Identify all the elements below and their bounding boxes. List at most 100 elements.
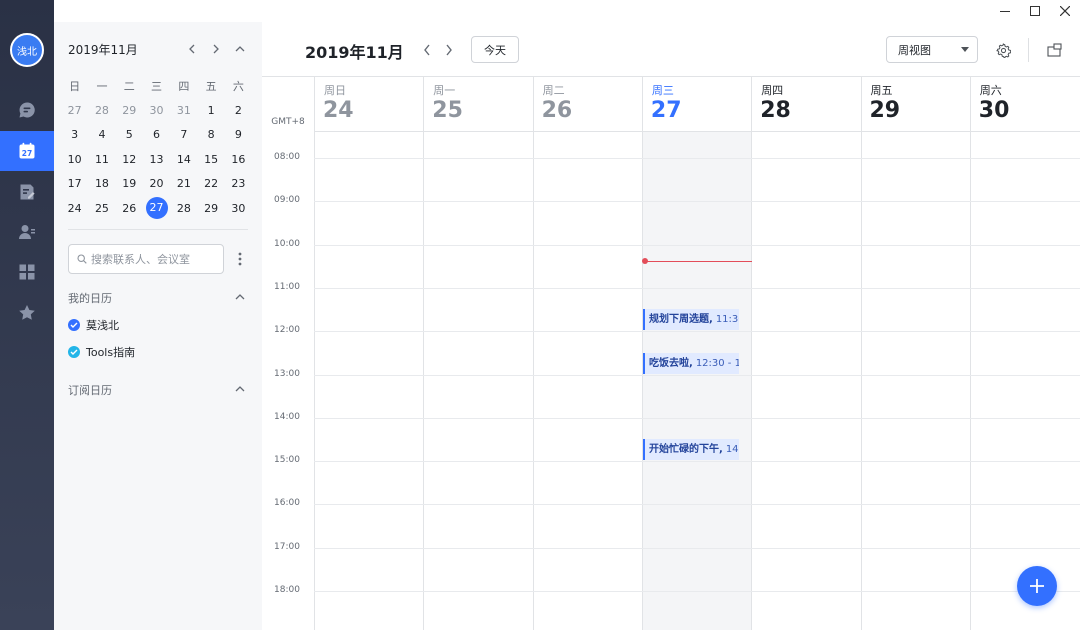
mini-calendar-week: 3456789 bbox=[61, 123, 257, 147]
search-box[interactable] bbox=[68, 244, 224, 274]
mini-day[interactable]: 29 bbox=[197, 202, 224, 215]
mini-day[interactable]: 22 bbox=[197, 177, 224, 190]
rail-chat[interactable] bbox=[0, 90, 54, 130]
mini-day[interactable]: 21 bbox=[170, 177, 197, 190]
subscribed-collapse-button[interactable] bbox=[232, 382, 248, 396]
my-calendars-title: 我的日历 bbox=[68, 292, 112, 305]
mini-day[interactable]: 7 bbox=[170, 128, 197, 141]
day-column-29[interactable] bbox=[860, 132, 970, 630]
mini-day-today[interactable]: 27 bbox=[143, 197, 170, 220]
mini-day[interactable]: 2 bbox=[225, 104, 252, 117]
mini-day[interactable]: 5 bbox=[116, 128, 143, 141]
event-title: 吃饭去啦, bbox=[649, 358, 693, 369]
rail-docs[interactable] bbox=[0, 172, 54, 212]
mini-day[interactable]: 28 bbox=[88, 104, 115, 117]
mini-day[interactable]: 15 bbox=[197, 153, 224, 166]
mini-day[interactable]: 25 bbox=[88, 202, 115, 215]
chevron-right-icon bbox=[446, 44, 452, 56]
mini-day[interactable]: 6 bbox=[143, 128, 170, 141]
mini-day[interactable]: 27 bbox=[61, 104, 88, 117]
day-header-28[interactable]: 周四 28 bbox=[751, 76, 860, 131]
mini-day[interactable]: 24 bbox=[61, 202, 88, 215]
prev-week-button[interactable] bbox=[418, 40, 436, 60]
mini-day[interactable]: 14 bbox=[170, 153, 197, 166]
day-column-28[interactable] bbox=[751, 132, 860, 630]
mini-day[interactable]: 8 bbox=[197, 128, 224, 141]
checkbox-checked-icon[interactable] bbox=[68, 346, 80, 358]
mini-day[interactable]: 30 bbox=[225, 202, 252, 215]
day-header-27[interactable]: 周三 27 bbox=[641, 76, 751, 131]
settings-button[interactable] bbox=[991, 38, 1015, 62]
day-column-24[interactable] bbox=[314, 132, 423, 630]
mini-prev-month-button[interactable] bbox=[184, 40, 200, 58]
more-options-button[interactable] bbox=[232, 249, 248, 269]
event-time: 12:30 - 13 bbox=[695, 358, 739, 369]
day-header-24[interactable]: 周日 24 bbox=[314, 76, 423, 131]
hour-gridline bbox=[314, 201, 1080, 203]
current-time-line bbox=[643, 261, 752, 262]
mini-day[interactable]: 11 bbox=[88, 153, 115, 166]
mini-day[interactable]: 30 bbox=[143, 104, 170, 117]
mini-day[interactable]: 28 bbox=[170, 202, 197, 215]
my-calendars-collapse-button[interactable] bbox=[232, 290, 248, 304]
calendar-item-tools-guide[interactable]: Tools指南 bbox=[68, 344, 135, 360]
day-header-weekday: 周二 bbox=[542, 84, 565, 97]
mini-next-month-button[interactable] bbox=[208, 40, 224, 58]
mini-day[interactable]: 20 bbox=[143, 177, 170, 190]
day-header-29[interactable]: 周五 29 bbox=[860, 76, 970, 131]
maximize-button[interactable] bbox=[1020, 0, 1050, 22]
mini-collapse-button[interactable] bbox=[232, 40, 248, 58]
hour-label: 18:00 bbox=[274, 585, 300, 595]
mini-day[interactable]: 17 bbox=[61, 177, 88, 190]
rail-calendar[interactable]: 27 bbox=[0, 131, 54, 171]
event-block[interactable]: 吃饭去啦,12:30 - 13 bbox=[643, 353, 739, 374]
minimize-button[interactable] bbox=[990, 0, 1020, 22]
mini-day[interactable]: 1 bbox=[197, 104, 224, 117]
divider bbox=[68, 229, 248, 230]
day-header-weekday: 周一 bbox=[433, 84, 456, 97]
day-column-30[interactable] bbox=[969, 132, 1079, 630]
today-button[interactable]: 今天 bbox=[471, 36, 519, 63]
checkbox-checked-icon[interactable] bbox=[68, 319, 80, 331]
mini-day[interactable]: 23 bbox=[225, 177, 252, 190]
view-select[interactable]: 周视图 bbox=[886, 36, 978, 63]
avatar[interactable]: 浅北 bbox=[10, 33, 44, 67]
mini-day[interactable]: 31 bbox=[170, 104, 197, 117]
rail-favorites[interactable] bbox=[0, 293, 54, 333]
next-week-button[interactable] bbox=[440, 40, 458, 60]
day-header-weekday: 周日 bbox=[324, 84, 346, 97]
popout-button[interactable] bbox=[1042, 38, 1066, 62]
day-header-26[interactable]: 周二 26 bbox=[532, 76, 642, 131]
mini-day[interactable]: 29 bbox=[116, 104, 143, 117]
mini-day[interactable]: 4 bbox=[88, 128, 115, 141]
search-input[interactable] bbox=[91, 252, 221, 266]
timezone-label: GMT+8 bbox=[271, 117, 305, 127]
mini-day[interactable]: 12 bbox=[116, 153, 143, 166]
day-column-26[interactable] bbox=[532, 132, 642, 630]
event-block[interactable]: 开始忙碌的下午, 14 bbox=[643, 439, 739, 460]
mini-day[interactable]: 16 bbox=[225, 153, 252, 166]
weekday-header-row: 日一二三四五六 bbox=[61, 74, 257, 98]
close-button[interactable] bbox=[1050, 0, 1080, 22]
rail-apps[interactable] bbox=[0, 252, 54, 292]
event-block[interactable]: 规划下周选题,11:30 bbox=[643, 309, 739, 330]
mini-day[interactable]: 19 bbox=[116, 177, 143, 190]
mini-day[interactable]: 18 bbox=[88, 177, 115, 190]
mini-day[interactable]: 13 bbox=[143, 153, 170, 166]
day-header-25[interactable]: 周一 25 bbox=[423, 76, 532, 131]
day-header-date: 30 bbox=[978, 98, 1010, 123]
mini-day[interactable]: 3 bbox=[61, 128, 88, 141]
day-column-27[interactable] bbox=[641, 132, 752, 630]
day-header-date: 29 bbox=[869, 98, 901, 123]
mini-day[interactable]: 9 bbox=[225, 128, 252, 141]
mini-day[interactable]: 10 bbox=[61, 153, 88, 166]
hour-gridline bbox=[314, 158, 1080, 159]
calendar-item-mo-qianbei[interactable]: 莫浅北 bbox=[68, 317, 119, 333]
mini-day[interactable]: 26 bbox=[116, 202, 143, 215]
day-column-25[interactable] bbox=[423, 132, 532, 630]
rail-contacts[interactable] bbox=[0, 212, 54, 252]
day-header-30[interactable]: 周六 30 bbox=[969, 76, 1079, 131]
add-event-button[interactable] bbox=[1017, 566, 1057, 606]
weekday-label: 三 bbox=[151, 80, 163, 94]
hour-label: 11:00 bbox=[274, 281, 300, 292]
